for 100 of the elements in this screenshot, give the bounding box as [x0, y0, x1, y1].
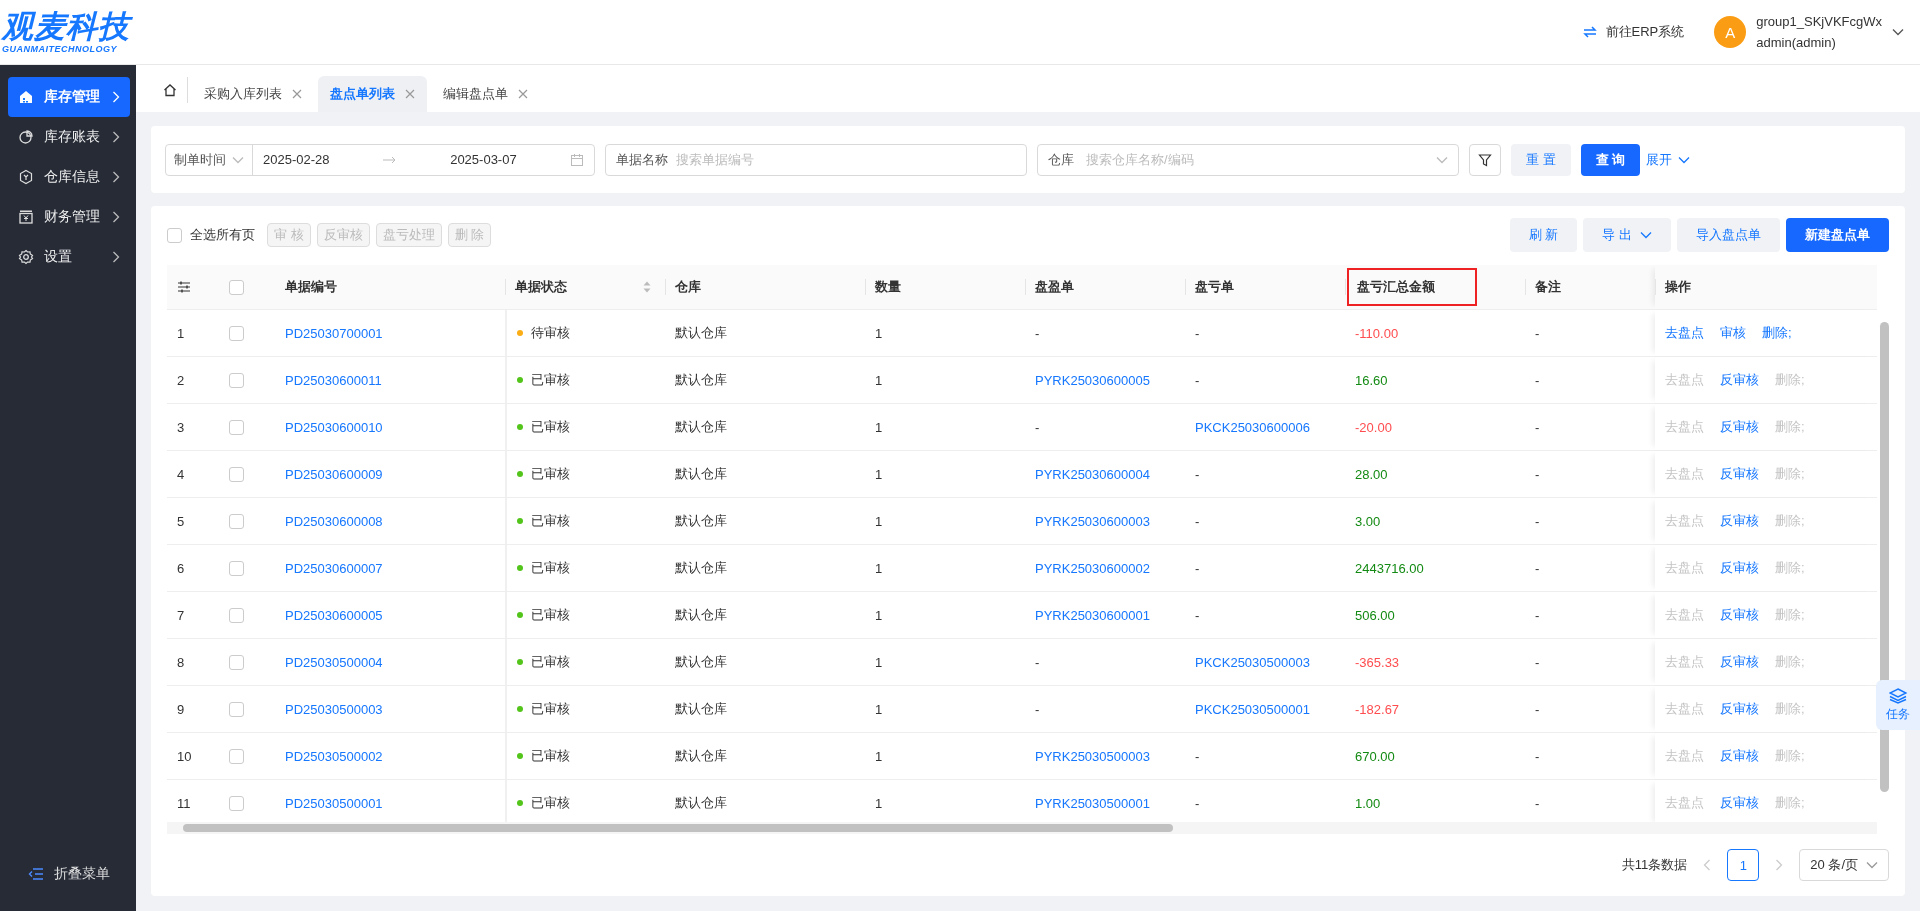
- caret-icon: [1866, 861, 1878, 869]
- table-cell: -: [1535, 748, 1540, 764]
- close-icon[interactable]: [518, 89, 528, 99]
- table-cell: 默认仓库: [675, 700, 727, 718]
- document-link[interactable]: PD25030500003: [285, 701, 383, 717]
- next-page-icon[interactable]: [1775, 859, 1784, 871]
- row-checkbox[interactable]: [229, 795, 244, 811]
- toolbar-button[interactable]: 新建盘点单: [1786, 218, 1889, 252]
- document-link[interactable]: PYRK25030600003: [1035, 513, 1150, 529]
- amount-cell: -365.33: [1355, 654, 1400, 670]
- row-action-link[interactable]: 反审核: [1720, 747, 1759, 765]
- close-icon[interactable]: [405, 89, 415, 99]
- expand-link[interactable]: 展开: [1646, 150, 1691, 169]
- row-action-link[interactable]: 反审核: [1720, 653, 1759, 671]
- export-dropdown-button[interactable]: 导 出: [1583, 218, 1671, 252]
- row-checkbox[interactable]: [229, 372, 244, 388]
- row-action-link[interactable]: 反审核: [1720, 371, 1759, 389]
- row-action-link[interactable]: 反审核: [1720, 606, 1759, 624]
- document-link[interactable]: PD25030500002: [285, 748, 383, 764]
- table-cell: -: [1535, 466, 1540, 482]
- document-link[interactable]: PYRK25030600002: [1035, 560, 1150, 576]
- user-role: admin(admin): [1756, 34, 1837, 52]
- row-checkbox[interactable]: [229, 607, 244, 623]
- collapse-menu-button[interactable]: 折叠菜单: [8, 865, 130, 883]
- document-link[interactable]: PYRK25030600005: [1035, 372, 1150, 388]
- field-label: 仓库: [1048, 150, 1074, 169]
- sidebar-item[interactable]: 库存管理: [8, 77, 130, 117]
- erp-link[interactable]: 前往ERP系统: [1581, 23, 1685, 41]
- column-settings-icon[interactable]: [177, 281, 191, 293]
- field-label: 单据名称: [616, 150, 668, 169]
- table-cell: -: [1535, 325, 1540, 341]
- document-link[interactable]: PD25030500001: [285, 795, 383, 811]
- document-link[interactable]: PD25030600010: [285, 419, 383, 435]
- document-link[interactable]: PKCK25030600006: [1195, 419, 1310, 435]
- search-field[interactable]: 搜索仓库名称/编码: [1084, 151, 1426, 168]
- sidebar-item[interactable]: 库存账表: [8, 117, 130, 157]
- page-tab[interactable]: 编辑盘点单: [431, 76, 540, 112]
- document-link[interactable]: PYRK25030600004: [1035, 466, 1150, 482]
- document-link[interactable]: PKCK25030500001: [1195, 701, 1310, 717]
- reset-button[interactable]: 重 置: [1511, 143, 1571, 176]
- document-link[interactable]: PD25030500004: [285, 654, 383, 670]
- document-link[interactable]: PD25030600009: [285, 466, 383, 482]
- warehouse-select[interactable]: 仓库 搜索仓库名称/编码: [1037, 143, 1459, 176]
- row-action-link[interactable]: 审核: [1720, 324, 1746, 342]
- sidebar-item[interactable]: 设置: [8, 237, 130, 277]
- page-tab[interactable]: 采购入库列表: [192, 76, 314, 112]
- document-link[interactable]: PYRK25030500001: [1035, 795, 1150, 811]
- row-action-link[interactable]: 去盘点: [1665, 324, 1704, 342]
- close-icon[interactable]: [292, 89, 302, 99]
- document-link[interactable]: PD25030600007: [285, 560, 383, 576]
- toolbar-button[interactable]: 刷 新: [1509, 218, 1578, 252]
- table-cell: -: [1035, 419, 1040, 435]
- row-action-link[interactable]: 反审核: [1720, 512, 1759, 530]
- document-link[interactable]: PYRK25030600001: [1035, 607, 1150, 623]
- document-link[interactable]: PYRK25030500003: [1035, 748, 1150, 764]
- row-action-link[interactable]: 删除;: [1762, 324, 1792, 342]
- chevron-right-icon: [112, 131, 120, 143]
- chevron-right-icon: [112, 211, 120, 223]
- status-label: 待审核: [531, 324, 570, 342]
- row-action-link[interactable]: 反审核: [1720, 418, 1759, 436]
- row-checkbox[interactable]: [229, 701, 244, 717]
- sort-icon[interactable]: [643, 281, 651, 293]
- page-button[interactable]: 1: [1727, 849, 1760, 881]
- row-checkbox[interactable]: [229, 466, 244, 482]
- document-link[interactable]: PD25030700001: [285, 325, 383, 341]
- previous-page-icon[interactable]: [1703, 859, 1712, 871]
- search-field[interactable]: 搜索单据编号: [674, 151, 1016, 168]
- highlighted-column-header: 盘亏汇总金额: [1347, 268, 1477, 306]
- task-button[interactable]: 任务: [1876, 680, 1920, 730]
- table-cell: 默认仓库: [675, 559, 727, 577]
- total-count: 共11条数据: [1621, 856, 1688, 874]
- row-action-link[interactable]: 反审核: [1720, 794, 1759, 812]
- sidebar-item[interactable]: 仓库信息: [8, 157, 130, 197]
- row-checkbox[interactable]: [229, 748, 244, 764]
- filter-button[interactable]: [1469, 143, 1501, 176]
- amount-cell: 16.60: [1355, 372, 1388, 388]
- select-all-checkbox[interactable]: [167, 227, 182, 243]
- row-action-link[interactable]: 反审核: [1720, 465, 1759, 483]
- table-cell: -: [1535, 701, 1540, 717]
- horizontal-scrollbar[interactable]: [167, 822, 1877, 834]
- table-cell: 1: [875, 654, 883, 670]
- page-size-select[interactable]: 20 条/页: [1799, 849, 1889, 881]
- search-box[interactable]: 单据名称 搜索单据编号: [605, 143, 1027, 176]
- row-checkbox[interactable]: [229, 325, 244, 341]
- row-action-link[interactable]: 反审核: [1720, 559, 1759, 577]
- toolbar-button[interactable]: 导入盘点单: [1677, 218, 1780, 252]
- document-link[interactable]: PD25030600005: [285, 607, 383, 623]
- document-link[interactable]: PD25030600011: [285, 372, 382, 388]
- row-action-link[interactable]: 反审核: [1720, 700, 1759, 718]
- document-link[interactable]: PD25030600008: [285, 513, 383, 529]
- row-checkbox[interactable]: [229, 654, 244, 670]
- header-checkbox[interactable]: [229, 279, 244, 295]
- row-checkbox[interactable]: [229, 513, 244, 529]
- query-button[interactable]: 查 询: [1580, 143, 1641, 176]
- row-checkbox[interactable]: [229, 419, 244, 435]
- home-icon: [162, 83, 177, 97]
- document-link[interactable]: PKCK25030500003: [1195, 654, 1310, 670]
- row-checkbox[interactable]: [229, 560, 244, 576]
- page-tab[interactable]: 盘点单列表: [318, 76, 427, 112]
- sidebar-item[interactable]: 财务管理: [8, 197, 130, 237]
